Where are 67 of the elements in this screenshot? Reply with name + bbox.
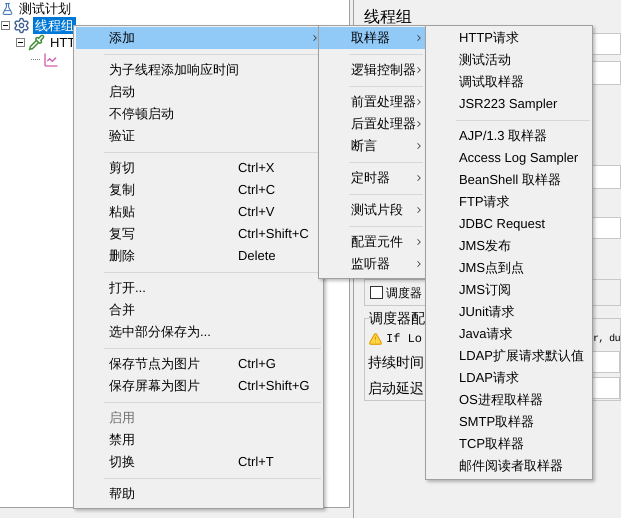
menu-item[interactable]: 添加 [76, 27, 321, 49]
tree-item[interactable]: 线程组 [33, 17, 76, 34]
field-label: 持续时间 [368, 352, 424, 372]
menu-item[interactable]: JMS订阅 [426, 279, 592, 301]
menu-item[interactable]: 打开... [76, 277, 321, 299]
menu-item[interactable]: 禁用 [76, 429, 321, 451]
menu-item[interactable]: TCP取样器 [426, 433, 592, 455]
menu-item[interactable]: 调试取样器 [426, 71, 592, 93]
menu-item[interactable]: HTTP请求 [426, 27, 592, 49]
menu-item[interactable]: 复制 Ctrl+C [76, 179, 321, 201]
menu-item[interactable]: Java请求 [426, 323, 592, 345]
pipette-icon [28, 34, 45, 51]
menu-item[interactable]: 邮件阅读者取样器 [426, 455, 592, 477]
menu-item[interactable]: 保存屏幕为图片 Ctrl+Shift+G [76, 375, 321, 397]
input-field[interactable] [592, 377, 620, 399]
gear-icon [13, 17, 30, 34]
menu-item[interactable]: 为子线程添加响应时间 [76, 59, 321, 81]
menu-item[interactable]: 删除 Delete [76, 245, 321, 267]
flask-icon [1, 2, 14, 16]
tree-item[interactable]: 测试计划 [17, 0, 73, 17]
menu-item[interactable]: OS进程取样器 [426, 389, 592, 411]
menu-item[interactable]: LDAP扩展请求默认值 [426, 345, 592, 367]
menu-item[interactable]: 剪切 Ctrl+X [76, 157, 321, 179]
menu-item[interactable]: FTP请求 [426, 191, 592, 213]
menu-item[interactable]: 切换 Ctrl+T [76, 451, 321, 473]
panel-title: 线程组 [364, 8, 413, 28]
menu-item[interactable]: 前置处理器 [319, 91, 425, 113]
menu-item[interactable]: JUnit请求 [426, 301, 592, 323]
menu-item[interactable]: JMS发布 [426, 235, 592, 257]
menu-item[interactable]: 取样器 [319, 27, 425, 49]
menu-item[interactable]: AJP/1.3 取样器 [426, 125, 592, 147]
menu-item[interactable]: 测试活动 [426, 49, 592, 71]
menu-item[interactable]: 验证 [76, 125, 321, 147]
menu-item[interactable]: 监听器 [319, 253, 425, 275]
checkbox-label: 调度器 [386, 284, 422, 302]
menu-item[interactable]: 保存节点为图片 Ctrl+G [76, 353, 321, 375]
menu-item[interactable]: 帮助 [76, 483, 321, 505]
chart-icon [43, 52, 59, 68]
tree-item[interactable]: HTT [48, 34, 78, 51]
warning-text: r, du [592, 332, 620, 346]
menu-item[interactable]: JDBC Request [426, 213, 592, 235]
menu-item[interactable]: 不停顿启动 [76, 103, 321, 125]
group-legend: 调度器配 [369, 310, 425, 326]
warning-icon [368, 332, 383, 346]
menu-item[interactable]: 选中部分保存为... [76, 321, 321, 343]
collapse-toggle[interactable] [1, 21, 10, 30]
menu-item[interactable]: 合并 [76, 299, 321, 321]
menu-item[interactable]: BeanShell 取样器 [426, 169, 592, 191]
menu-item[interactable]: 断言 [319, 135, 425, 157]
menu-item[interactable]: 逻辑控制器 [319, 59, 425, 81]
menu-item[interactable]: LDAP请求 [426, 367, 592, 389]
menu-item[interactable]: SMTP取样器 [426, 411, 592, 433]
menu-item[interactable]: 粘贴 Ctrl+V [76, 201, 321, 223]
menu-item[interactable]: Access Log Sampler [426, 147, 592, 169]
menu-item[interactable]: 定时器 [319, 167, 425, 189]
input-field[interactable] [592, 351, 620, 373]
menu-item[interactable]: 后置处理器 [319, 113, 425, 135]
menu-item[interactable]: 配置元件 [319, 231, 425, 253]
collapse-toggle[interactable] [16, 38, 25, 47]
checkbox[interactable] [370, 286, 383, 299]
warning-text: If Lo [386, 331, 422, 348]
field-label: 启动延迟 [368, 378, 424, 398]
menu-item[interactable]: 测试片段 [319, 199, 425, 221]
menu-item[interactable]: 启动 [76, 81, 321, 103]
menu-item[interactable]: JMS点到点 [426, 257, 592, 279]
menu-item[interactable]: 复写 Ctrl+Shift+C [76, 223, 321, 245]
menu-item[interactable]: JSR223 Sampler [426, 93, 592, 115]
